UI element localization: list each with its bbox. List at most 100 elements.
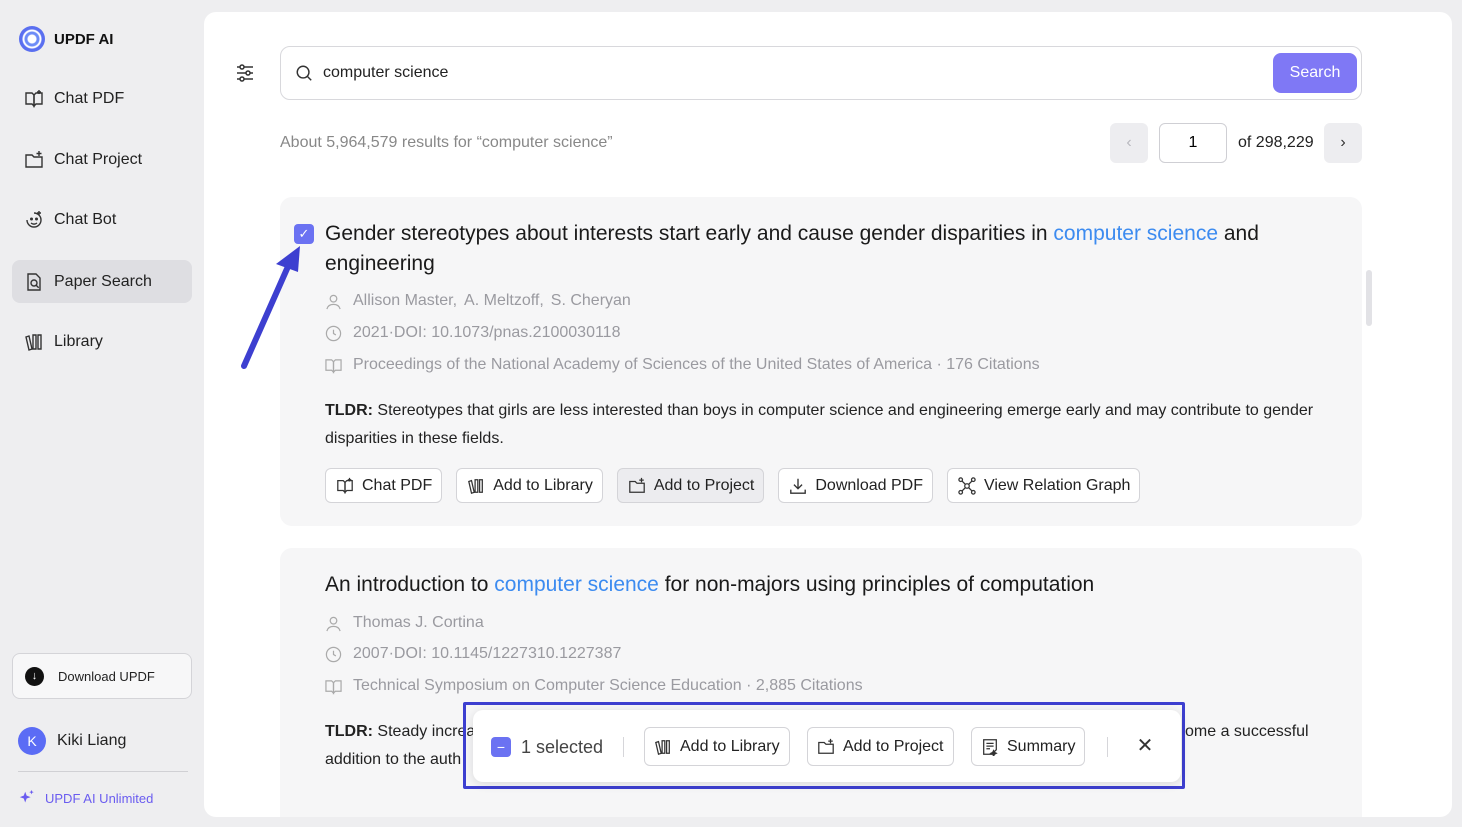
view-relation-graph-button[interactable]: View Relation Graph [946,468,1141,503]
book-open-icon [25,89,43,108]
paper-authors: Thomas J. Cortina [325,614,484,632]
sidebar-item-label: Library [54,332,103,350]
paper-card: ✓ Gender stereotypes about interests sta… [280,197,1362,526]
divider [623,737,624,757]
user-profile[interactable]: K Kiki Liang [18,727,126,755]
library-books-icon [25,333,42,351]
selection-action-bar: − 1 selected Add to Library Add to Proje… [473,710,1181,782]
next-page-button[interactable]: › [1324,123,1362,163]
tldr-label: TLDR: [325,402,373,419]
sidebar-item-paper-search[interactable]: Paper Search [12,260,192,303]
paper-venue: Technical Symposium on Computer Science … [325,677,863,695]
sidebar-item-chat-bot[interactable]: Chat Bot [12,198,192,241]
paper-date-doi: 2007·DOI: 10.1145/1227310.1227387 [325,645,621,663]
tldr-text: Stereotypes that girls are less interest… [325,402,1314,447]
scrollbar-thumb[interactable] [1366,270,1372,326]
sidebar: UPDF AI Chat PDF Chat Project Chat Bot P… [0,0,204,827]
updf-logo-icon [19,26,45,52]
search-button[interactable]: Search [1273,53,1357,93]
plan-link[interactable]: UPDF AI Unlimited [18,789,153,807]
download-icon [790,478,807,494]
download-updf-button[interactable]: ↓ Download UPDF [12,653,192,699]
sidebar-item-chat-project[interactable]: Chat Project [12,138,192,181]
button-label: Add to Project [843,737,944,755]
book-open-icon [337,477,353,494]
deselect-all-checkbox[interactable]: − [491,737,511,757]
button-label: Add to Project [653,476,755,494]
minus-icon: − [496,739,506,755]
sidebar-item-label: Chat Bot [54,210,117,228]
divider [1107,737,1108,757]
sidebar-item-chat-pdf[interactable]: Chat PDF [12,77,192,120]
sparkle-icon [19,789,34,803]
button-label: Summary [1007,737,1076,755]
bulk-add-to-project-button[interactable]: Add to Project [807,727,954,766]
search-bar: Search [280,46,1362,100]
venue-text: Technical Symposium on Computer Science … [353,677,863,694]
clock-icon [325,646,342,662]
add-to-library-button[interactable]: Add to Library [456,468,603,503]
tldr-label: TLDR: [325,723,373,740]
chevron-right-icon: › [1340,134,1346,151]
chevron-left-icon: ‹ [1126,134,1132,151]
filter-sliders-icon[interactable] [234,62,256,84]
button-label: Download PDF [815,476,923,494]
paper-actions: Chat PDF Add to Library Add to Project D… [325,468,1141,503]
paper-venue: Proceedings of the National Academy of S… [325,356,1040,374]
author-name[interactable]: S. Cheryan [551,292,631,310]
clock-icon [325,325,342,341]
paper-authors: Allison Master, A. Meltzoff, S. Cheryan [325,292,631,310]
main-panel: Search About 5,964,579 results for “comp… [204,12,1452,817]
prev-page-button[interactable]: ‹ [1110,123,1148,163]
bulk-summary-button[interactable]: Summary [971,727,1086,766]
title-text: for non-majors using principles of compu… [658,573,1095,596]
folder-plus-icon [629,477,645,493]
download-label: Download UPDF [58,668,155,684]
book-icon [325,679,342,695]
title-text: Gender stereotypes about interests start… [325,222,1054,245]
folder-plus-icon [25,150,43,168]
sidebar-divider [18,771,188,772]
page-total: of 298,229 [1238,134,1314,151]
button-label: Add to Library [493,476,593,494]
tldr-text: addition to the auth [325,751,462,768]
selected-count: 1 selected [521,737,604,757]
page-number-input[interactable] [1159,123,1227,163]
bulk-add-to-library-button[interactable]: Add to Library [644,727,790,766]
search-input[interactable] [323,64,1253,82]
close-icon[interactable]: ✕ [1135,736,1155,756]
button-label: View Relation Graph [983,476,1131,494]
download-icon: ↓ [25,666,44,686]
chat-pdf-button[interactable]: Chat PDF [325,468,443,503]
author-name[interactable]: Thomas J. Cortina [353,614,484,632]
summary-document-icon [983,738,998,756]
button-label: Add to Library [680,737,780,755]
download-pdf-button[interactable]: Download PDF [778,468,933,503]
library-books-icon [468,478,484,494]
avatar: K [18,727,46,755]
author-name[interactable]: Allison Master, [353,292,457,310]
annotation-arrow-icon [241,246,300,369]
library-books-icon [655,739,670,755]
results-summary: About 5,964,579 results for “computer sc… [280,134,613,151]
title-highlight: computer science [1053,222,1218,245]
sidebar-item-library[interactable]: Library [12,320,192,363]
tldr-text: Steady increa [372,723,476,740]
plan-label: UPDF AI Unlimited [45,790,154,806]
add-to-project-button[interactable]: Add to Project [616,468,765,503]
author-name[interactable]: A. Meltzoff, [464,292,544,310]
app-brand[interactable]: UPDF AI [19,26,113,52]
paper-tldr: TLDR: Stereotypes that girls are less in… [325,397,1315,453]
venue-text: Proceedings of the National Academy of S… [353,356,1040,373]
button-label: Chat PDF [362,476,433,494]
bot-smile-icon [26,210,42,228]
app-name: UPDF AI [54,30,114,48]
sidebar-item-label: Paper Search [54,272,152,290]
graph-nodes-icon [958,476,976,495]
paper-title[interactable]: An introduction to computer science for … [325,570,1315,600]
paper-title[interactable]: Gender stereotypes about interests start… [325,219,1315,279]
sidebar-item-label: Chat PDF [54,89,125,107]
person-icon [326,616,341,631]
book-icon [325,358,342,374]
user-name: Kiki Liang [57,732,127,749]
